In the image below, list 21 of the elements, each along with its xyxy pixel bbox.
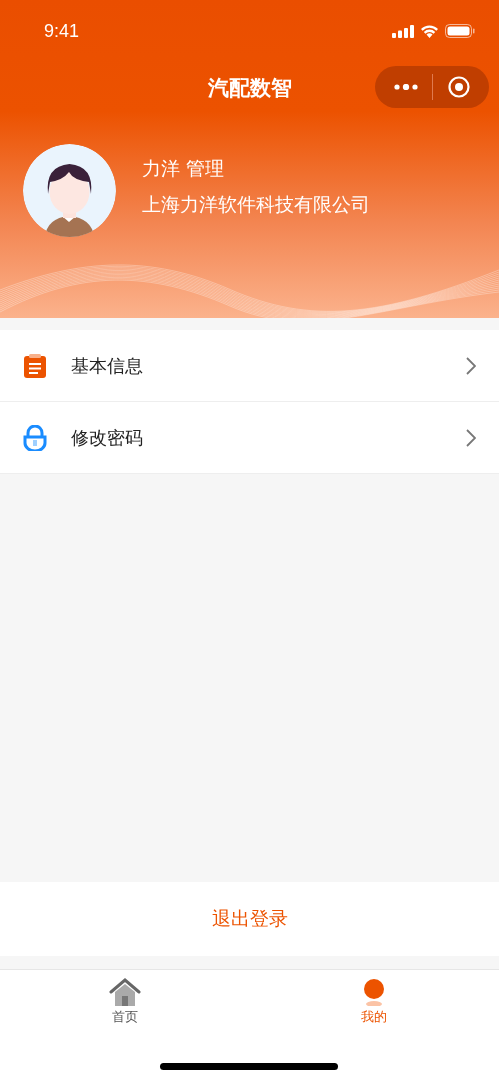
close-icon[interactable] <box>447 76 470 98</box>
lock-icon <box>23 424 47 451</box>
person-icon <box>362 978 387 1006</box>
page-title: 汽配数智 <box>207 75 292 102</box>
user-name: 力洋 管理 <box>142 155 226 181</box>
more-icon[interactable] <box>394 84 419 90</box>
company-name: 上海力洋软件科技有限公司 <box>142 191 370 217</box>
home-icon <box>108 978 141 1006</box>
menu-item[interactable]: 修改密码 <box>0 402 499 474</box>
battery-icon <box>445 24 475 38</box>
avatar-icon <box>23 144 116 237</box>
tab[interactable]: 首页 <box>0 970 250 1034</box>
menu-item[interactable]: 基本信息 <box>0 330 499 402</box>
wifi-icon <box>420 24 439 38</box>
chevron-icon <box>466 356 476 375</box>
clipboard-icon <box>23 353 47 378</box>
logout-button[interactable]: 退出登录 <box>0 882 499 956</box>
chevron-icon <box>466 428 476 447</box>
signal-icon <box>392 24 414 38</box>
status-time: 9:41 <box>44 20 80 42</box>
tab[interactable]: 我的 <box>249 970 499 1034</box>
